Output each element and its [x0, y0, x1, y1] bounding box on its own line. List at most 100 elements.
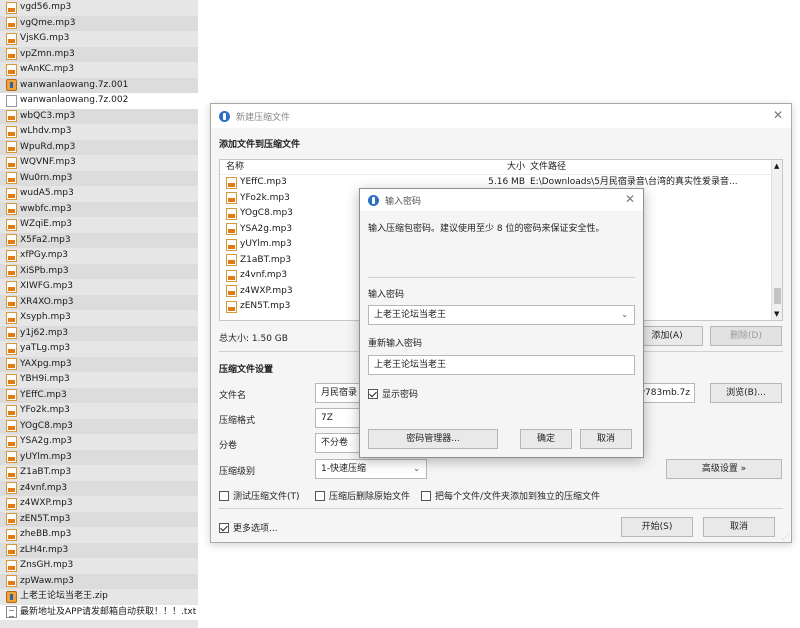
file-list-item[interactable]: YBH9i.mp3	[0, 372, 198, 388]
delete-button[interactable]: 删除(D)	[710, 326, 782, 346]
mp3-file-icon	[6, 373, 17, 386]
file-list-item[interactable]: Z1aBT.mp3	[0, 465, 198, 481]
file-list-item[interactable]: 上老王论坛当老王.zip	[0, 589, 198, 605]
filename-value: 月民宿录	[321, 388, 358, 398]
column-name[interactable]: 名称	[226, 160, 244, 175]
file-name: xfPGy.mp3	[20, 250, 69, 260]
close-icon[interactable]: ✕	[625, 192, 635, 206]
file-list-item[interactable]: WQVNF.mp3	[0, 155, 198, 171]
scroll-down-icon[interactable]: ▼	[774, 310, 779, 318]
mp3-file-icon	[226, 238, 237, 251]
file-list-item[interactable]: YFo2k.mp3	[0, 403, 198, 419]
file-list-item[interactable]: xfPGy.mp3	[0, 248, 198, 264]
file-list-item[interactable]: wudA5.mp3	[0, 186, 198, 202]
file-list-item[interactable]: wbQC3.mp3	[0, 108, 198, 124]
file-list-item[interactable]: XIWFG.mp3	[0, 279, 198, 295]
checkbox-checked-icon[interactable]	[219, 523, 229, 533]
list-header: 名称 大小 文件路径	[220, 160, 782, 175]
checkbox-checked-icon[interactable]	[368, 389, 378, 399]
checkbox-icon[interactable]	[315, 491, 325, 501]
row-name-cell: YSA2g.mp3	[226, 222, 292, 238]
file-list-item[interactable]: WpuRd.mp3	[0, 139, 198, 155]
ok-button[interactable]: 确定	[520, 429, 572, 449]
password-manager-button[interactable]: 密码管理器...	[368, 429, 498, 449]
file-list-item[interactable]: XiSPb.mp3	[0, 263, 198, 279]
row-name-cell: z4vnf.mp3	[226, 268, 287, 284]
file-list-item[interactable]: zLH4r.mp3	[0, 542, 198, 558]
file-name: vpZmn.mp3	[20, 48, 75, 59]
file-list-item[interactable]: zheBB.mp3	[0, 527, 198, 543]
file-list-item[interactable]: z4WXP.mp3	[0, 496, 198, 512]
file-list-item[interactable]: YSA2g.mp3	[0, 434, 198, 450]
file-list-item[interactable]: YOgC8.mp3	[0, 418, 198, 434]
mp3-file-icon	[6, 17, 17, 30]
file-name: XiSPb.mp3	[20, 265, 69, 276]
browse-button[interactable]: 浏览(B)...	[710, 383, 782, 403]
password-dialog: 输入密码 ✕ 输入压缩包密码。建议使用至少 8 位的密码来保证安全性。 输入密码…	[359, 188, 644, 458]
file-list-item[interactable]: X5Fa2.mp3	[0, 232, 198, 248]
file-list-item[interactable]: vgd56.mp3	[0, 0, 198, 16]
file-list-item[interactable]: YEffC.mp3	[0, 387, 198, 403]
file-list-item[interactable]: Xsyph.mp3	[0, 310, 198, 326]
file-list-item[interactable]: wLhdv.mp3	[0, 124, 198, 140]
column-path[interactable]: 文件路径	[530, 160, 775, 175]
file-name: zEN5T.mp3	[20, 513, 71, 524]
row-name: yUYlm.mp3	[240, 239, 292, 249]
checkbox-icon[interactable]	[219, 491, 229, 501]
mp3-file-icon	[6, 125, 17, 138]
file-name: wbQC3.mp3	[20, 110, 76, 121]
file-name: wLhdv.mp3	[20, 126, 72, 136]
row-name: zEN5T.mp3	[240, 301, 291, 311]
scrollbar-thumb[interactable]	[774, 288, 781, 304]
file-list-item[interactable]: Wu0rn.mp3	[0, 170, 198, 186]
file-list-item[interactable]: WZqiE.mp3	[0, 217, 198, 233]
file-list-item[interactable]: zEN5T.mp3	[0, 511, 198, 527]
file-list-item[interactable]: wanwanlaowang.7z.002	[0, 93, 198, 109]
more-options-checkbox[interactable]: 更多选项...	[219, 521, 278, 534]
checkbox-icon[interactable]	[421, 491, 431, 501]
password-input[interactable]: 上老王论坛当老王 ⌄	[368, 305, 635, 325]
file-list-item[interactable]: yUYlm.mp3	[0, 449, 198, 465]
split-value: 不分卷	[321, 438, 349, 448]
test-archive-checkbox[interactable]: 测试压缩文件(T)	[219, 489, 300, 502]
mp3-file-icon	[6, 327, 17, 340]
mp3-file-icon	[6, 497, 17, 510]
scroll-up-icon[interactable]: ▲	[774, 162, 779, 170]
file-list-item[interactable]: zpWaw.mp3	[0, 573, 198, 589]
file-list-item[interactable]: wAnKC.mp3	[0, 62, 198, 78]
resize-grip-icon[interactable]: ⋰	[782, 533, 789, 541]
file-list-item[interactable]: y1j62.mp3	[0, 325, 198, 341]
blank-file-icon	[6, 94, 17, 107]
file-list-item[interactable]: vgQme.mp3	[0, 15, 198, 31]
file-list-item[interactable]: 最新地址及APP请发邮箱自动获取！！！.txt	[0, 604, 198, 620]
password-cancel-button[interactable]: 取消	[580, 429, 632, 449]
separate-archives-checkbox[interactable]: 把每个文件/文件夹添加到独立的压缩文件	[421, 489, 600, 502]
file-list-item[interactable]: YAXpg.mp3	[0, 356, 198, 372]
level-select[interactable]: 1-快速压缩 ⌄	[315, 459, 427, 479]
row-name-cell: yUYlm.mp3	[226, 237, 292, 253]
file-list-item[interactable]: VjsKG.mp3	[0, 31, 198, 47]
column-size[interactable]: 大小	[470, 160, 525, 175]
file-list-item[interactable]: wanwanlaowang.7z.001	[0, 77, 198, 93]
file-list-item[interactable]: XR4XO.mp3	[0, 294, 198, 310]
file-list-item[interactable]: ZnsGH.mp3	[0, 558, 198, 574]
file-list-item[interactable]: z4vnf.mp3	[0, 480, 198, 496]
mp3-file-icon	[6, 110, 17, 123]
start-button[interactable]: 开始(S)	[621, 517, 693, 537]
reenter-password-input[interactable]: 上老王论坛当老王	[368, 355, 635, 375]
file-name: y1j62.mp3	[20, 327, 69, 338]
list-scrollbar[interactable]: ▲ ▼	[771, 160, 782, 320]
cancel-button[interactable]: 取消	[703, 517, 775, 537]
delete-after-checkbox[interactable]: 压缩后删除原始文件	[315, 489, 410, 502]
file-list-item[interactable]: vpZmn.mp3	[0, 46, 198, 62]
file-name: wwbfc.mp3	[20, 203, 72, 214]
file-list-item[interactable]: yaTLg.mp3	[0, 341, 198, 357]
file-name: X5Fa2.mp3	[20, 234, 71, 245]
show-password-checkbox[interactable]: 显示密码	[368, 387, 418, 400]
advanced-settings-button[interactable]: 高级设置 »	[666, 459, 782, 479]
file-name: zpWaw.mp3	[20, 575, 74, 586]
chevron-down-icon[interactable]: ⌄	[621, 306, 628, 324]
filename-label: 文件名	[219, 391, 247, 401]
file-list-item[interactable]: wwbfc.mp3	[0, 201, 198, 217]
close-icon[interactable]: ✕	[773, 108, 783, 122]
